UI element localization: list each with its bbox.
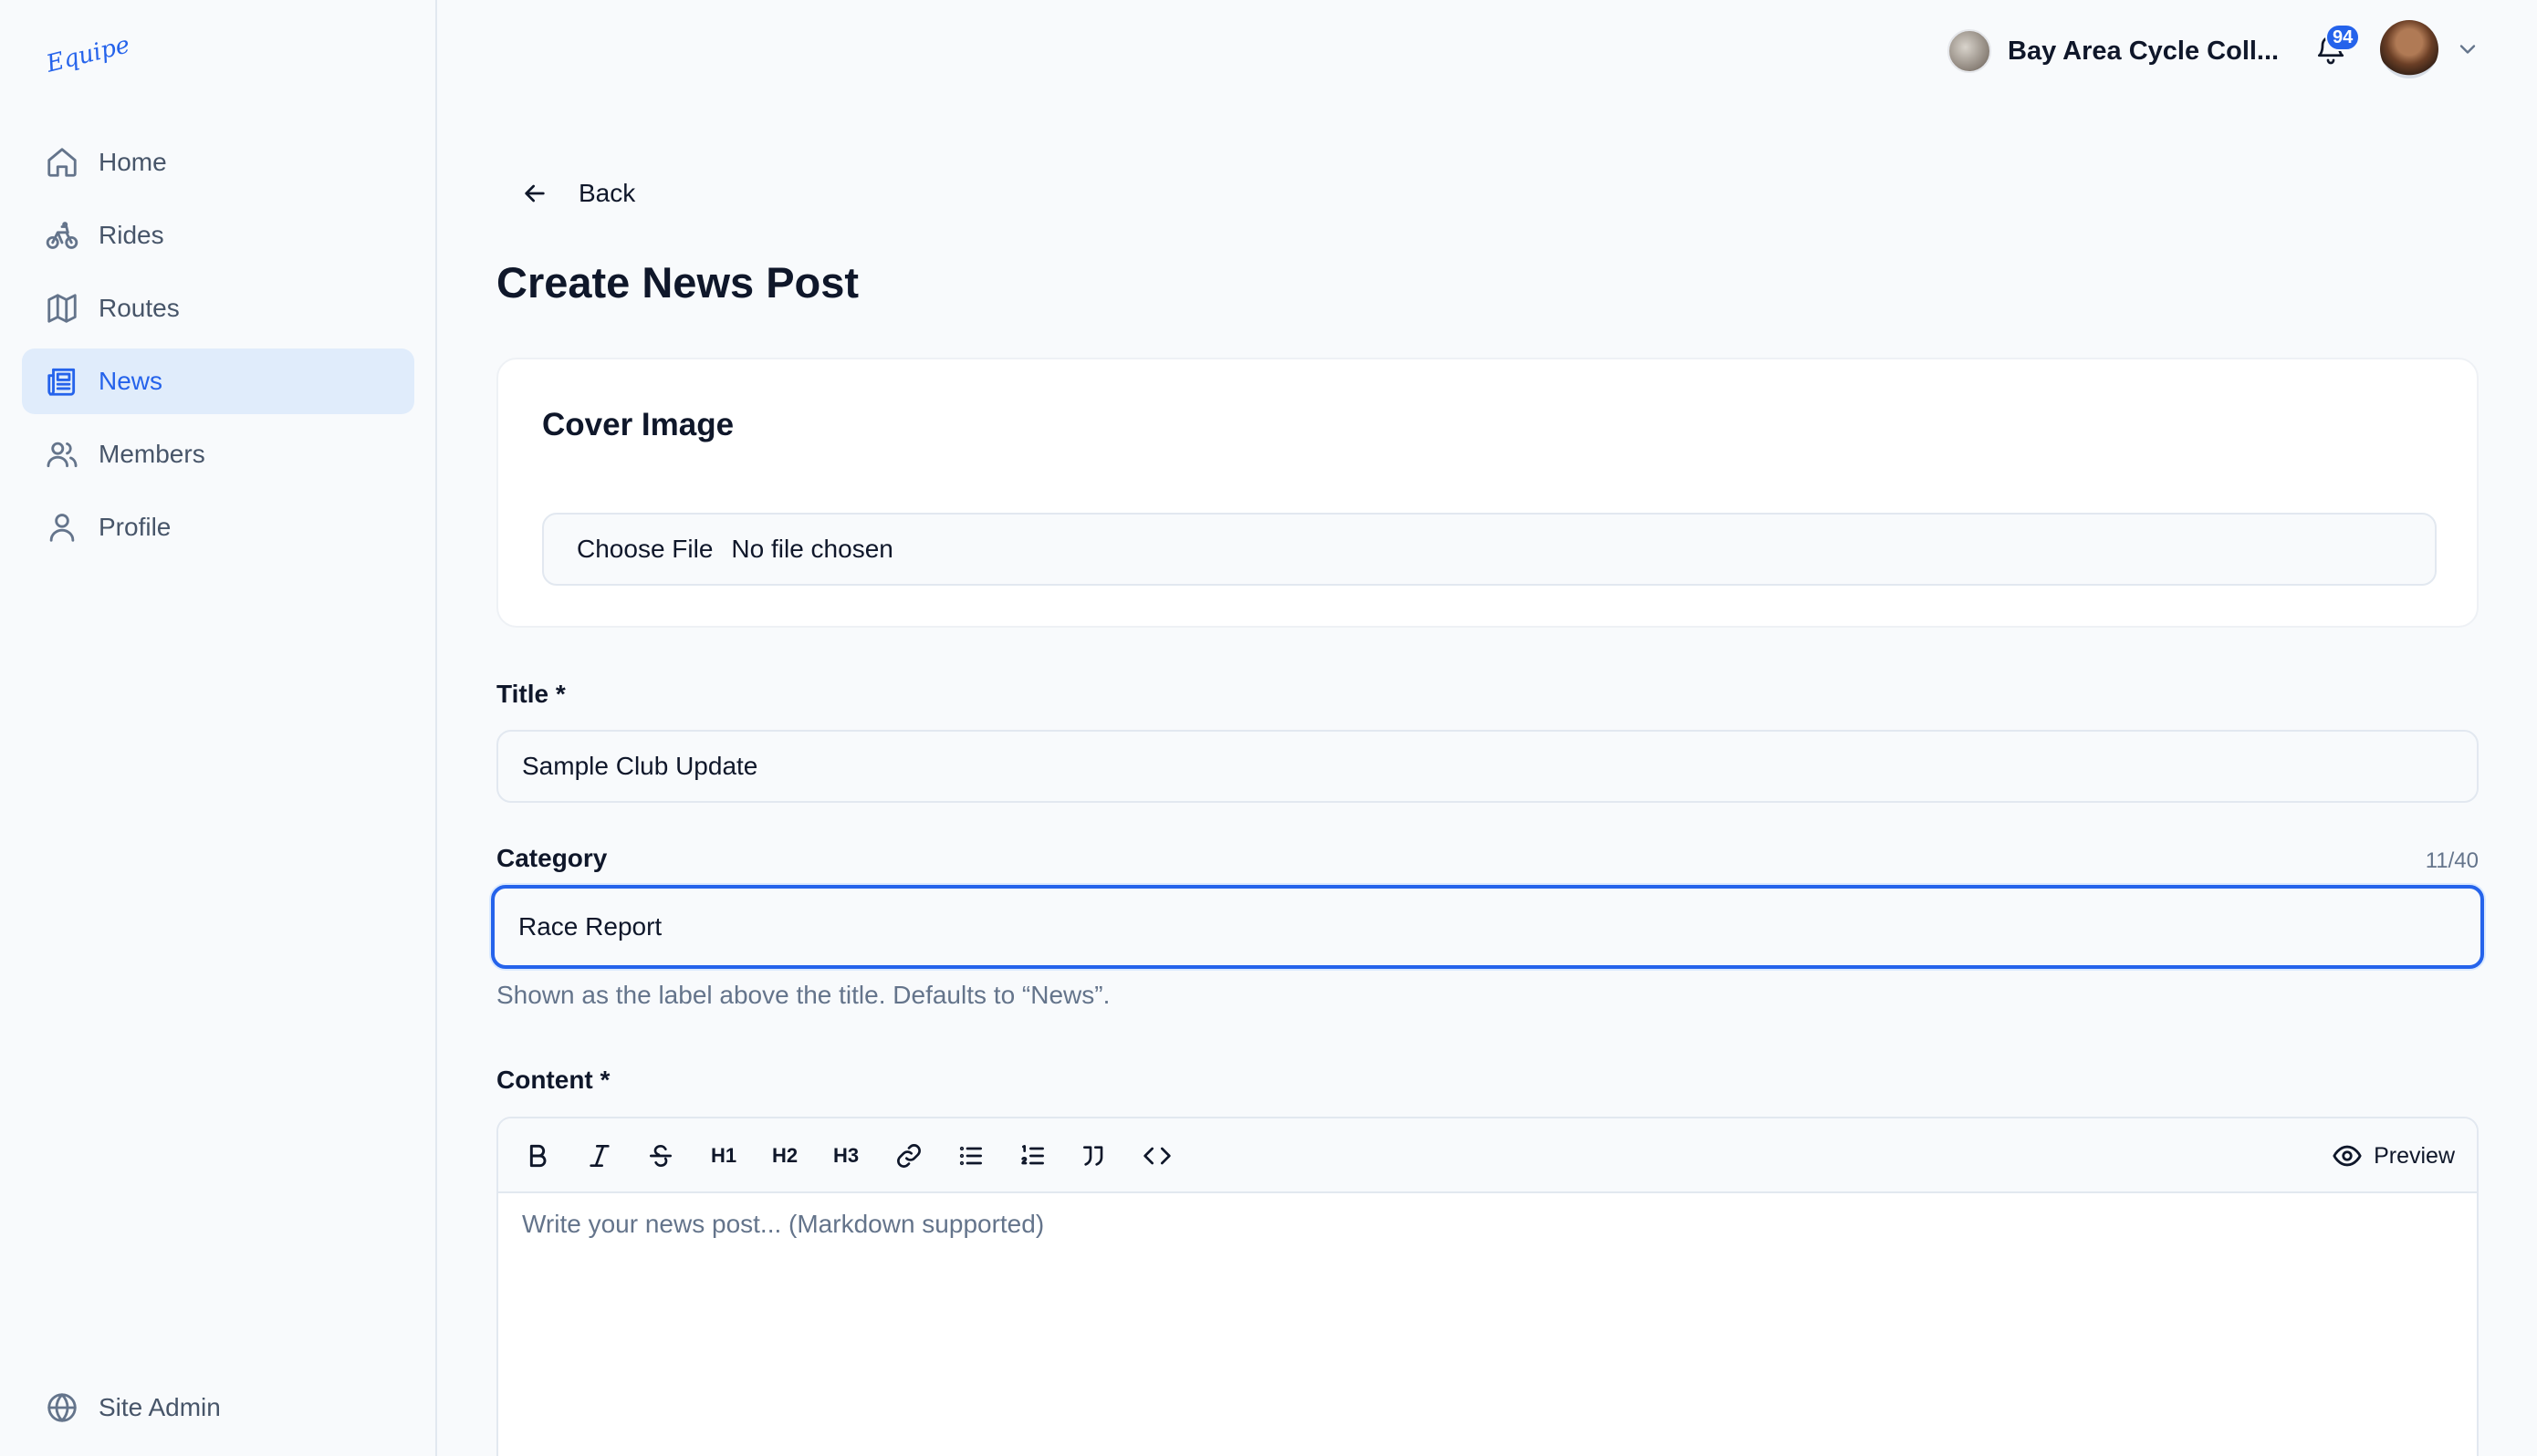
sidebar-item-news[interactable]: News — [22, 348, 414, 414]
sidebar-item-home[interactable]: Home — [22, 130, 414, 195]
content-label: Content * — [496, 1066, 611, 1094]
sidebar: Equipe Home Rides Routes News Members Pr… — [0, 0, 437, 1456]
link-icon — [897, 1144, 921, 1168]
category-label: Category — [496, 844, 608, 872]
map-icon — [44, 290, 80, 327]
file-status: No file chosen — [731, 535, 893, 563]
bullet-list-icon — [959, 1146, 982, 1166]
sidebar-item-label: Rides — [99, 221, 164, 249]
heading-2-button[interactable]: H2 — [764, 1135, 806, 1177]
category-helper-text: Shown as the label above the title. Defa… — [496, 981, 1111, 1009]
choose-file-button[interactable]: Choose File — [577, 535, 713, 564]
editor-toolbar: H1 H2 H3 Preview — [498, 1118, 2477, 1193]
sidebar-item-label: News — [99, 367, 163, 395]
notification-badge: 94 — [2325, 24, 2361, 51]
strikethrough-button[interactable] — [640, 1135, 682, 1177]
italic-icon — [590, 1145, 610, 1167]
quote-icon — [1083, 1146, 1103, 1166]
code-button[interactable] — [1136, 1135, 1178, 1177]
sidebar-item-members[interactable]: Members — [22, 421, 414, 487]
bold-icon — [529, 1144, 547, 1168]
page-title: Create News Post — [496, 258, 860, 307]
chevron-down-icon — [2455, 45, 2480, 66]
sidebar-item-profile[interactable]: Profile — [22, 494, 414, 560]
back-button[interactable]: Back — [520, 172, 635, 215]
arrow-left-icon — [525, 184, 545, 203]
preview-label: Preview — [2374, 1142, 2455, 1169]
title-label: Title * — [496, 680, 566, 708]
cover-image-file-input[interactable]: Choose File No file chosen — [542, 513, 2437, 586]
back-label: Back — [579, 179, 636, 207]
heading-2-label: H2 — [771, 1144, 799, 1167]
preview-toggle[interactable]: Preview — [2332, 1135, 2455, 1177]
code-icon — [1143, 1147, 1171, 1165]
globe-icon — [44, 1389, 80, 1426]
link-button[interactable] — [888, 1135, 930, 1177]
bullet-list-button[interactable] — [950, 1135, 992, 1177]
category-input[interactable] — [491, 885, 2484, 969]
heading-3-label: H3 — [832, 1144, 860, 1167]
sidebar-item-label: Profile — [99, 513, 172, 541]
italic-button[interactable] — [579, 1135, 621, 1177]
numbered-list-icon — [1021, 1145, 1044, 1165]
sidebar-item-label: Home — [99, 148, 167, 176]
club-name: Bay Area Cycle Coll... — [2008, 36, 2280, 66]
club-avatar — [1947, 29, 1991, 73]
cover-image-card: Cover Image Choose File No file chosen — [496, 358, 2479, 628]
markdown-editor: H1 H2 H3 Preview Write your news post...… — [496, 1117, 2479, 1456]
sidebar-item-label: Members — [99, 440, 205, 468]
bicycle-icon — [44, 217, 80, 254]
numbered-list-button[interactable] — [1012, 1135, 1054, 1177]
heading-1-label: H1 — [710, 1144, 737, 1167]
sidebar-item-label: Site Admin — [99, 1393, 221, 1421]
svg-text:Equipe: Equipe — [44, 31, 131, 78]
club-switcher[interactable]: Bay Area Cycle Coll... — [1947, 27, 2279, 75]
home-icon — [44, 144, 80, 181]
strikethrough-icon — [650, 1145, 672, 1167]
account-menu-toggle[interactable] — [2455, 36, 2480, 62]
sidebar-item-routes[interactable]: Routes — [22, 276, 414, 341]
sidebar-item-label: Routes — [99, 294, 180, 322]
eye-icon — [2333, 1145, 2362, 1167]
title-input[interactable] — [496, 730, 2479, 803]
users-icon — [44, 436, 80, 473]
cover-image-title: Cover Image — [542, 407, 735, 442]
sidebar-item-site-admin[interactable]: Site Admin — [22, 1375, 414, 1440]
category-char-counter: 11/40 — [2425, 848, 2479, 873]
user-avatar[interactable] — [2380, 20, 2438, 78]
heading-3-button[interactable]: H3 — [825, 1135, 867, 1177]
user-icon — [44, 509, 80, 546]
bell-icon — [2314, 36, 2347, 69]
content-textarea[interactable] — [522, 1210, 2448, 1456]
sidebar-item-rides[interactable]: Rides — [22, 203, 414, 268]
newspaper-icon — [44, 363, 80, 400]
quote-button[interactable] — [1073, 1135, 1115, 1177]
brand-logo[interactable]: Equipe — [43, 27, 132, 82]
heading-1-button[interactable]: H1 — [703, 1135, 745, 1177]
app-window: Equipe Home Rides Routes News Members Pr… — [0, 0, 2537, 1456]
bold-button[interactable] — [517, 1135, 559, 1177]
